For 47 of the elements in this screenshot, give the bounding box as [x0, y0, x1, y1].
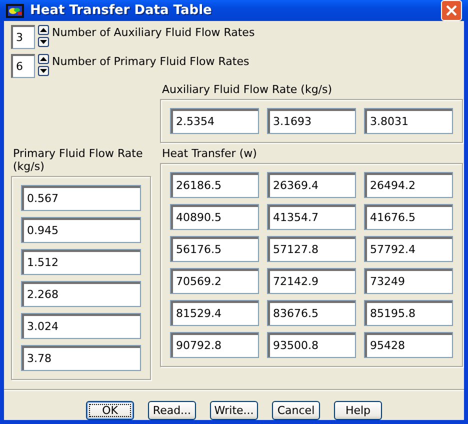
group-label: Heat Transfer (w) [161, 147, 258, 160]
count-field[interactable]: 3 [11, 25, 35, 49]
value-field[interactable]: 40890.5 [170, 204, 259, 230]
close-button[interactable] [441, 0, 462, 21]
group-label: Auxiliary Fluid Flow Rate (kg/s) [161, 83, 334, 96]
value-field[interactable]: 85195.8 [364, 300, 453, 326]
count-label: Number of Auxiliary Fluid Flow Rates [52, 25, 255, 39]
value-field[interactable]: 41676.5 [364, 204, 453, 230]
count-field[interactable]: 6 [11, 54, 35, 78]
group-label: Primary Fluid Flow Rate (kg/s) [12, 147, 144, 173]
value-field[interactable]: 70569.2 [170, 268, 259, 294]
dialog-button[interactable]: Read... [148, 401, 196, 420]
value-field[interactable]: 72142.9 [267, 268, 356, 294]
value-field[interactable]: 26369.4 [267, 172, 356, 198]
value-field[interactable]: 2.268 [21, 281, 141, 307]
value-field[interactable]: 3.1693 [267, 108, 356, 134]
dialog-button[interactable]: OK [86, 401, 134, 420]
dialog-button[interactable]: Cancel [272, 401, 320, 420]
value-field[interactable]: 3.78 [21, 345, 141, 371]
value-field[interactable]: 0.945 [21, 217, 141, 243]
dialog-button[interactable]: Write... [210, 401, 258, 420]
dialog-button[interactable]: Help [334, 401, 382, 420]
value-field[interactable]: 3.024 [21, 313, 141, 339]
close-icon [446, 5, 457, 16]
value-field[interactable]: 81529.4 [170, 300, 259, 326]
value-field[interactable]: 57792.4 [364, 236, 453, 262]
count-label: Number of Primary Fluid Flow Rates [52, 54, 250, 68]
app-icon [6, 4, 24, 18]
window-title: Heat Transfer Data Table [30, 3, 213, 18]
decrement-button[interactable] [38, 66, 49, 76]
value-field[interactable]: 3.8031 [364, 108, 453, 134]
increment-button[interactable] [38, 54, 49, 64]
value-field[interactable]: 90792.8 [170, 332, 259, 358]
value-field[interactable]: 0.567 [21, 185, 141, 211]
value-field[interactable]: 95428 [364, 332, 453, 358]
increment-button[interactable] [38, 25, 49, 35]
value-field[interactable]: 2.5354 [170, 108, 259, 134]
decrement-button[interactable] [38, 37, 49, 47]
value-field[interactable]: 41354.7 [267, 204, 356, 230]
value-field[interactable]: 26494.2 [364, 172, 453, 198]
value-field[interactable]: 57127.8 [267, 236, 356, 262]
value-field[interactable]: 73249 [364, 268, 453, 294]
value-field[interactable]: 56176.5 [170, 236, 259, 262]
value-field[interactable]: 93500.8 [267, 332, 356, 358]
value-field[interactable]: 26186.5 [170, 172, 259, 198]
value-field[interactable]: 1.512 [21, 249, 141, 275]
value-field[interactable]: 83676.5 [267, 300, 356, 326]
